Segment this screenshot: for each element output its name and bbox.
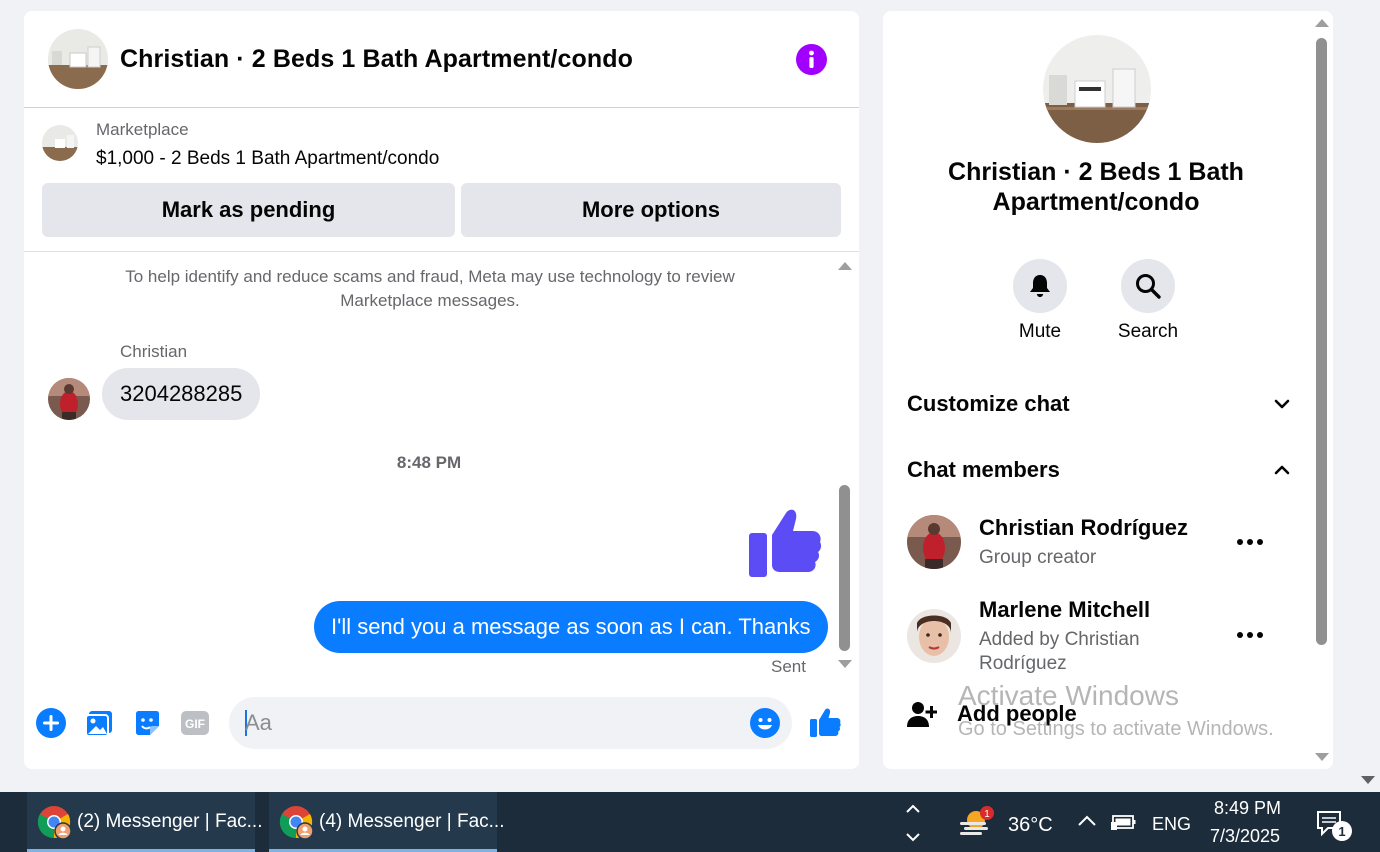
taskbar-scroll[interactable] [898, 792, 928, 852]
gif-icon[interactable]: GIF [179, 707, 211, 739]
message-input-container [229, 697, 792, 749]
message-timestamp: 8:48 PM [396, 453, 462, 472]
clock-time[interactable]: 8:49 PM [1214, 798, 1281, 819]
chrome-icon [37, 805, 72, 840]
chrome-icon [279, 805, 314, 840]
chevron-up-icon [1274, 465, 1290, 475]
scrollbar-thumb[interactable] [839, 485, 850, 651]
scroll-down-arrow-icon[interactable] [838, 660, 852, 668]
sender-name: Christian [120, 342, 188, 361]
member-avatar[interactable] [907, 515, 961, 569]
message-list: To help identify and reduce scams and fr… [24, 253, 859, 683]
battery-icon[interactable] [1111, 812, 1137, 837]
message-scrollbar[interactable] [834, 253, 854, 683]
conversation-title: Christian · 2 Beds 1 Bath Apartment/cond… [120, 44, 633, 73]
clock-date[interactable]: 7/3/2025 [1210, 826, 1280, 847]
scrollbar-thumb[interactable] [1316, 38, 1327, 645]
windows-taskbar: (2) Messenger | Fac... (4) Messenger | F… [0, 792, 1380, 852]
conversation-header: Christian · 2 Beds 1 Bath Apartment/cond… [24, 11, 859, 108]
mark-as-pending-button[interactable]: Mark as pending [42, 183, 455, 237]
weather-badge: 1 [984, 809, 990, 820]
customize-chat-label: Customize chat [907, 391, 1070, 416]
member-row[interactable]: Marlene Mitchell Added by Christian Rodr… [907, 597, 1291, 677]
member-role: Group creator [979, 547, 1097, 568]
search-label: Search [1117, 321, 1179, 342]
like-icon[interactable] [809, 707, 841, 739]
scroll-up-arrow-icon[interactable] [1315, 19, 1329, 27]
search-icon [1136, 274, 1161, 299]
weather-icon[interactable]: 1 [958, 806, 994, 838]
taskbar-app-label: (4) Messenger | Fac... [319, 811, 505, 832]
listing-title[interactable]: $1,000 - 2 Beds 1 Bath Apartment/condo [96, 148, 439, 170]
member-name: Marlene Mitchell [979, 597, 1151, 622]
taskbar-app-messenger-1[interactable]: (2) Messenger | Fac... [27, 792, 263, 852]
chat-members-label: Chat members [907, 457, 1060, 482]
scroll-up-arrow-icon[interactable] [838, 262, 852, 270]
chevron-down-icon [1274, 399, 1290, 409]
language-indicator[interactable]: ENG [1152, 814, 1191, 835]
notification-center-icon[interactable]: 1 [1316, 809, 1356, 843]
mute-label: Mute [1018, 321, 1062, 342]
bell-icon [1030, 275, 1050, 297]
activate-windows-hint: Go to Settings to activate Windows. [958, 718, 1274, 740]
conversation-details-panel: Christian · 2 Beds 1 Bath Apartment/cond… [883, 11, 1333, 769]
activate-windows-watermark: Activate Windows [958, 680, 1179, 711]
chevron-up-icon[interactable] [1076, 812, 1098, 835]
member-name: Christian Rodríguez [979, 515, 1189, 540]
message-composer: GIF [24, 697, 859, 753]
chat-members-section[interactable]: Chat members [907, 452, 1291, 488]
listing-thumbnail[interactable] [42, 125, 78, 161]
conversation-panel: Christian · 2 Beds 1 Bath Apartment/cond… [24, 11, 859, 769]
listing-avatar[interactable] [48, 29, 108, 89]
message-status: Sent [771, 657, 806, 676]
more-options-icon[interactable] [1237, 539, 1263, 545]
member-avatar[interactable] [907, 609, 961, 663]
customize-chat-section[interactable]: Customize chat [907, 386, 1291, 422]
notification-count: 1 [1338, 824, 1345, 839]
message-input[interactable] [245, 708, 735, 738]
more-options-button[interactable]: More options [461, 183, 841, 237]
page-scroll-down-icon[interactable] [1361, 776, 1375, 784]
search-button[interactable] [1121, 259, 1175, 313]
thumbs-up-sticker-icon[interactable] [746, 505, 824, 583]
more-options-icon[interactable] [1237, 632, 1263, 638]
taskbar-app-label: (2) Messenger | Fac... [77, 811, 263, 832]
taskbar-app-messenger-2[interactable]: (4) Messenger | Fac... [269, 792, 505, 852]
emoji-icon[interactable] [750, 708, 780, 738]
info-icon[interactable] [796, 44, 827, 75]
mute-button[interactable] [1013, 259, 1067, 313]
incoming-message-bubble[interactable]: 3204288285 [102, 368, 261, 420]
svg-text:GIF: GIF [185, 717, 205, 731]
system-tray: 1 36°C ENG 8:49 PM 7/3/2025 1 [928, 792, 1380, 852]
member-row[interactable]: Christian Rodríguez Group creator [907, 515, 1291, 575]
temperature[interactable]: 36°C [1008, 814, 1053, 837]
outgoing-message-bubble[interactable]: I'll send you a message as soon as I can… [314, 601, 828, 653]
member-role: Added by Christian Rodríguez [979, 629, 1140, 674]
photo-icon[interactable] [83, 707, 115, 739]
conversation-avatar[interactable] [1043, 35, 1151, 143]
scroll-down-arrow-icon[interactable] [1315, 753, 1329, 761]
add-person-icon [907, 702, 937, 727]
listing-category: Marketplace [96, 120, 189, 139]
scam-notice: To help identify and reduce scams and fr… [125, 267, 735, 310]
plus-icon[interactable] [35, 707, 67, 739]
conversation-details-title: Christian · 2 Beds 1 Bath Apartment/cond… [948, 158, 1244, 216]
sticker-icon[interactable] [131, 707, 163, 739]
details-scrollbar[interactable] [1312, 11, 1332, 769]
sender-avatar[interactable] [48, 378, 90, 420]
